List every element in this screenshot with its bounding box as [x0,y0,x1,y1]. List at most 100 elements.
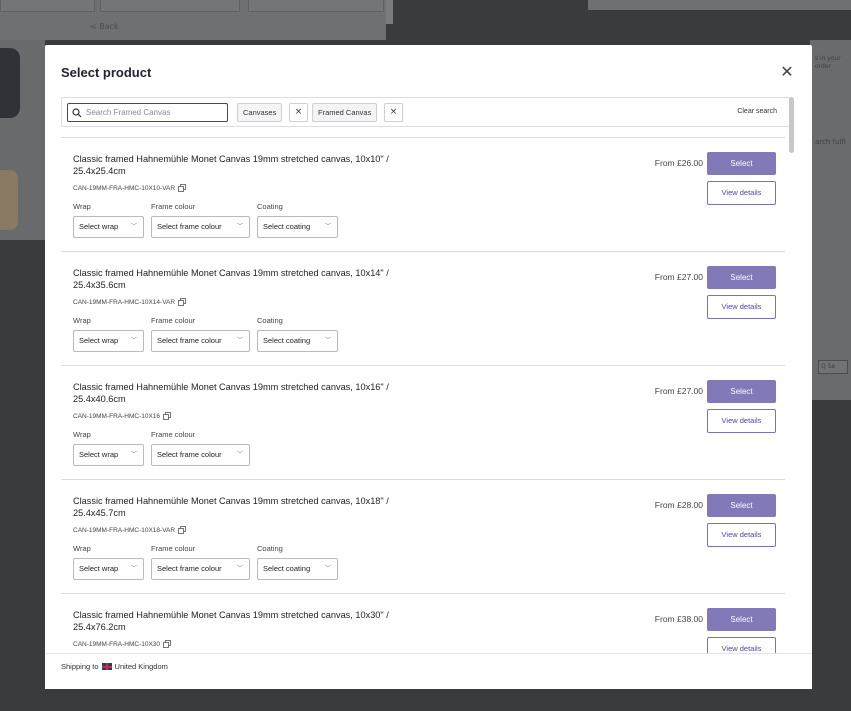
wrap-label: Wrap [73,430,91,439]
view-details-button[interactable]: View details [707,409,776,433]
select-product-modal: Select product ✕ Canvases × Framed Canva… [45,45,812,689]
wrap-select[interactable]: Select wrap ﹀ [73,558,144,580]
wrap-select[interactable]: Select wrap ﹀ [73,216,144,238]
product-card: Classic framed Hahnemühle Monet Canvas 1… [61,479,785,593]
select-button[interactable]: Select [707,266,776,289]
copy-icon[interactable] [178,526,186,534]
background-strip [386,0,393,24]
wrap-label: Wrap [73,202,91,211]
chevron-down-icon: ﹀ [130,338,137,344]
wrap-label: Wrap [73,544,91,553]
select-button[interactable]: Select [707,152,776,175]
frame-colour-select[interactable]: Select frame colour ﹀ [151,558,250,580]
frame-colour-select-value: Select frame colour [157,564,222,573]
frame-colour-select[interactable]: Select frame colour ﹀ [151,444,250,466]
remove-chip-canvases-icon[interactable]: × [289,103,308,122]
frame-colour-label: Frame colour [151,316,196,325]
scrollbar-thumb[interactable] [789,97,794,153]
wrap-select-value: Select wrap [79,564,119,573]
copy-icon[interactable] [163,412,171,420]
view-details-button[interactable]: View details [707,181,776,205]
shipping-info: Shipping to United Kingdom [61,662,168,671]
view-details-button[interactable]: View details [707,523,776,547]
shipping-country: United Kingdom [114,662,168,671]
background-tab [100,0,240,12]
modal-footer: Shipping to United Kingdom [45,653,812,689]
chevron-down-icon: ﹀ [324,224,331,230]
sku-text: CAN-19MM-FRA-HMC-10X30 [73,640,161,648]
coating-select[interactable]: Select coating ﹀ [257,330,338,352]
product-title: Classic framed Hahnemühle Monet Canvas 1… [73,610,389,632]
sku-text: CAN-19MM-FRA-HMC-10X14-VAR [73,298,176,306]
background-tab [248,0,384,12]
close-icon[interactable]: ✕ [778,63,796,81]
frame-colour-select-value: Select frame colour [157,222,222,231]
coating-label: Coating [257,202,283,211]
filter-chip-canvases: Canvases [237,103,283,122]
product-list: Classic framed Hahnemühle Monet Canvas 1… [61,137,785,653]
search-bar: Canvases × Framed Canvas × Clear search [61,97,790,127]
product-card: Classic framed Hahnemühle Monet Canvas 1… [61,593,785,653]
background-right-column: s in your order arch fulfi Q Se [810,40,851,400]
product-price: From £27.00 [654,386,703,396]
chevron-down-icon: ﹀ [324,338,331,344]
modal-title: Select product [61,65,152,80]
wrap-label: Wrap [73,316,91,325]
product-price: From £38.00 [654,614,703,624]
background-tab [0,0,95,12]
product-sku: CAN-19MM-FRA-HMC-10X18-VAR [73,526,186,534]
chevron-down-icon: ﹀ [130,566,137,572]
search-field[interactable] [67,103,228,122]
copy-icon[interactable] [178,184,186,192]
view-details-button[interactable]: View details [707,295,776,319]
product-title: Classic framed Hahnemühle Monet Canvas 1… [73,154,389,176]
product-sku: CAN-19MM-FRA-HMC-10X14-VAR [73,298,186,306]
background-right-panel [588,0,851,10]
sku-text: CAN-19MM-FRA-HMC-10X18-VAR [73,526,176,534]
frame-colour-label: Frame colour [151,430,196,439]
wrap-select-value: Select wrap [79,336,119,345]
background-text: arch fulfi [815,138,846,146]
frame-colour-select-value: Select frame colour [157,336,222,345]
product-card: Classic framed Hahnemühle Monet Canvas 1… [61,137,785,251]
product-price: From £27.00 [654,272,703,282]
coating-label: Coating [257,544,283,553]
remove-chip-framed-canvas-icon[interactable]: × [384,103,403,122]
copy-icon[interactable] [178,298,186,306]
wrap-select-value: Select wrap [79,450,119,459]
chevron-down-icon: ﹀ [236,566,243,572]
wrap-select[interactable]: Select wrap ﹀ [73,444,144,466]
sku-text: CAN-19MM-FRA-HMC-10X10-VAR [73,184,176,192]
clear-search-link[interactable]: Clear search [737,108,777,115]
product-title: Classic framed Hahnemühle Monet Canvas 1… [73,496,389,518]
view-details-button[interactable]: View details [707,637,776,653]
chevron-down-icon: ﹀ [236,224,243,230]
product-title: Classic framed Hahnemühle Monet Canvas 1… [73,268,389,290]
select-button[interactable]: Select [707,494,776,517]
wrap-select[interactable]: Select wrap ﹀ [73,330,144,352]
background-thumbnail [0,48,20,118]
product-sku: CAN-19MM-FRA-HMC-10X30 [73,640,171,648]
search-icon [72,107,82,118]
search-input[interactable] [86,108,226,117]
filter-chip-framed-canvas: Framed Canvas [312,103,378,122]
select-button[interactable]: Select [707,380,776,403]
chevron-down-icon: ﹀ [236,452,243,458]
chevron-down-icon: ﹀ [324,566,331,572]
shipping-prefix: Shipping to [61,662,99,671]
frame-colour-select[interactable]: Select frame colour ﹀ [151,330,250,352]
product-price: From £28.00 [654,500,703,510]
frame-colour-label: Frame colour [151,202,196,211]
product-sku: CAN-19MM-FRA-HMC-10X10-VAR [73,184,186,192]
frame-colour-select[interactable]: Select frame colour ﹀ [151,216,250,238]
coating-select-value: Select coating [263,336,311,345]
background-header: < Back [0,0,386,40]
scrollbar[interactable] [789,97,794,672]
coating-label: Coating [257,316,283,325]
copy-icon[interactable] [163,640,171,648]
product-price: From £26.00 [654,158,703,168]
uk-flag-icon [101,663,112,670]
coating-select[interactable]: Select coating ﹀ [257,558,338,580]
coating-select[interactable]: Select coating ﹀ [257,216,338,238]
select-button[interactable]: Select [707,608,776,631]
